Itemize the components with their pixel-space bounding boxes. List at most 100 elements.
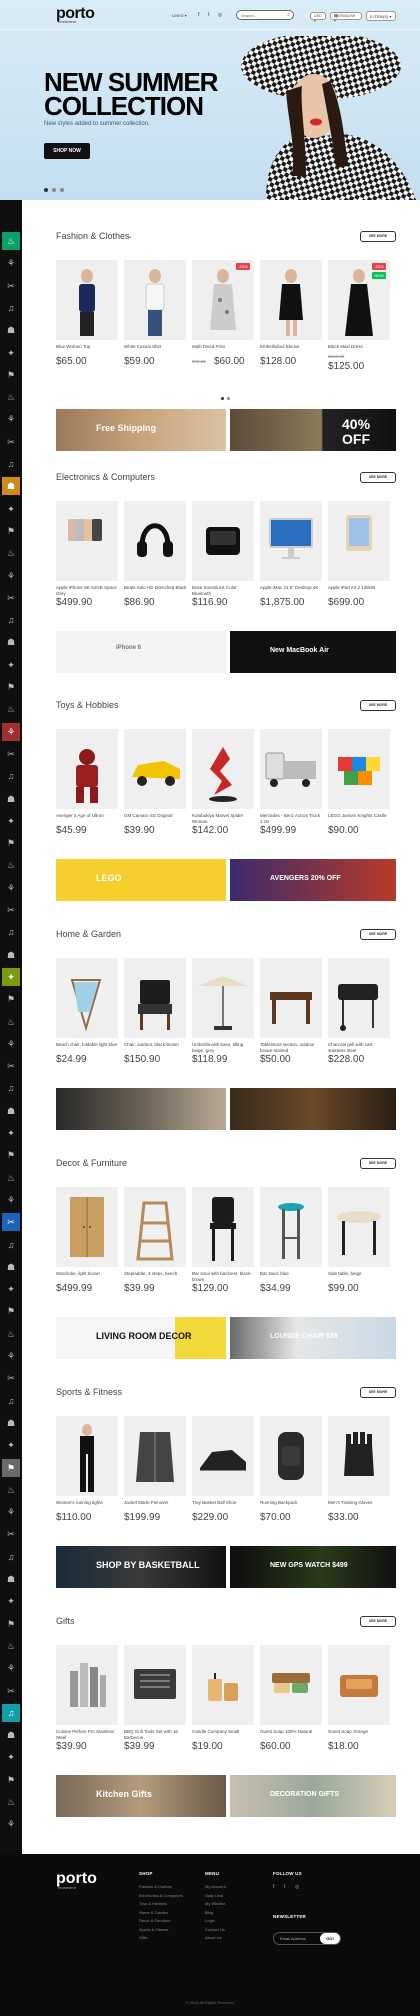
category-strip-icon[interactable]: ⚑ (2, 1615, 20, 1633)
product-image[interactable] (56, 1416, 118, 1496)
product-image[interactable] (328, 729, 390, 809)
footer-instagram-icon[interactable]: ◎ (295, 1884, 299, 1890)
product-image[interactable] (124, 1187, 186, 1267)
product-image[interactable] (260, 1416, 322, 1496)
footer-link[interactable]: My Account (205, 1884, 226, 1889)
product-name[interactable]: Stepladder, 3 steps, beech (124, 1271, 188, 1277)
category-strip-icon[interactable]: ♫ (2, 1079, 20, 1097)
category-strip-icon[interactable]: ⚘ (2, 567, 20, 585)
category-strip-icon[interactable]: ✂ (2, 1369, 20, 1387)
promo-banner-left[interactable]: SHOP BY BASKETBALL (56, 1546, 226, 1588)
product-name[interactable]: Guest Soap Orange (328, 1729, 392, 1735)
product-image[interactable] (56, 958, 118, 1038)
product-name[interactable]: Jacket Marle Pinnover (124, 1500, 188, 1506)
category-strip-icon[interactable]: ⚘ (2, 410, 20, 428)
product-image[interactable] (328, 1187, 390, 1267)
category-strip-icon[interactable]: ✂ (2, 1057, 20, 1075)
category-strip-icon[interactable]: ✂ (2, 589, 20, 607)
category-strip-icon[interactable]: ♫ (2, 455, 20, 473)
footer-twitter-icon[interactable]: t (284, 1884, 285, 1890)
chevron-down-icon[interactable]: ⌄ (127, 232, 133, 240)
promo-banner-left[interactable]: Kitchen Gifts (56, 1775, 226, 1817)
facebook-icon[interactable]: f (198, 12, 199, 18)
product-image[interactable] (192, 260, 254, 340)
product-name[interactable]: Trey Basket Ball Shoe (192, 1500, 256, 1506)
search-icon[interactable]: ⌕ (287, 12, 290, 18)
product-name[interactable]: Mercedes - Benz Actros Truck 1:18 (260, 813, 324, 824)
product-name[interactable]: Blue Women Top (56, 344, 120, 350)
carousel-dot[interactable] (221, 397, 224, 400)
category-strip-icon[interactable]: ♨ (2, 232, 20, 250)
product-image[interactable] (124, 501, 186, 581)
category-strip-icon[interactable]: ☗ (2, 1414, 20, 1432)
product-name[interactable]: BBQ Grill Tools Set with 16 Barbecue (124, 1729, 188, 1740)
promo-banner-right[interactable]: New MacBook Air (230, 631, 396, 673)
footer-link[interactable]: Electronics & Computers (139, 1893, 183, 1898)
category-strip-icon[interactable]: ♨ (2, 1169, 20, 1187)
category-strip-icon[interactable]: ⚘ (2, 1347, 20, 1365)
category-strip-icon[interactable]: ☗ (2, 321, 20, 339)
promo-banner-right[interactable]: DECORATION GIFTS (230, 1775, 396, 1817)
product-name[interactable]: Candle Company Small (192, 1729, 256, 1735)
category-strip-icon[interactable]: ♫ (2, 1236, 20, 1254)
category-strip-icon[interactable]: ♨ (2, 700, 20, 718)
footer-facebook-icon[interactable]: f (273, 1884, 274, 1890)
carousel-dot[interactable] (227, 397, 230, 400)
category-strip-icon[interactable]: ⚑ (2, 678, 20, 696)
category-strip-icon[interactable]: ⚑ (2, 990, 20, 1008)
product-name[interactable]: Avenger 2 Age of Ultron (56, 813, 120, 819)
category-strip-icon[interactable]: ♫ (2, 299, 20, 317)
twitter-icon[interactable]: t (208, 12, 209, 18)
product-image[interactable] (260, 958, 322, 1038)
product-name[interactable]: White Casual Shirt (124, 344, 188, 350)
category-strip-icon[interactable]: ♨ (2, 1481, 20, 1499)
product-image[interactable] (124, 958, 186, 1038)
product-image[interactable] (56, 260, 118, 340)
product-image[interactable] (260, 1187, 322, 1267)
product-name[interactable]: Cuisine Piéfore Pro Stainless Steel (56, 1729, 120, 1740)
category-strip-icon[interactable]: ⚘ (2, 1191, 20, 1209)
product-name[interactable]: Side table, beige (328, 1271, 392, 1277)
category-strip-icon[interactable]: ⚑ (2, 522, 20, 540)
product-image[interactable] (124, 729, 186, 809)
promo-banner-left[interactable]: LEGO (56, 859, 226, 901)
category-strip-icon[interactable]: ⚑ (2, 366, 20, 384)
category-strip-icon[interactable]: ♨ (2, 544, 20, 562)
product-name[interactable]: GM Camaro SS Original (124, 813, 188, 819)
cart-button[interactable]: 0 ITEM(S) ▾ (366, 11, 396, 21)
product-name[interactable]: Beats Solo HD Drenched Black (124, 585, 188, 591)
category-strip-icon[interactable]: ⚘ (2, 1035, 20, 1053)
product-image[interactable] (328, 958, 390, 1038)
product-image[interactable] (56, 501, 118, 581)
category-strip-icon[interactable]: ☗ (2, 790, 20, 808)
see-more-button[interactable]: SEE MORE (360, 1387, 396, 1398)
product-name[interactable]: Wardrobe, light brown (56, 1271, 120, 1277)
product-name[interactable]: Charcoal grill with cart, stainless stee… (328, 1042, 392, 1053)
product-name[interactable]: Bar stool with backrest, black-brown (192, 1271, 256, 1282)
shop-now-button[interactable]: SHOP NOW (44, 143, 90, 159)
product-image[interactable] (124, 1645, 186, 1725)
category-strip-icon[interactable]: ✂ (2, 433, 20, 451)
category-strip-icon[interactable]: ♫ (2, 611, 20, 629)
promo-banner-right[interactable]: LOUNGE CHAIR $39 (230, 1317, 396, 1359)
newsletter-submit-button[interactable]: GO! (320, 1933, 340, 1944)
category-strip-icon[interactable]: ♨ (2, 1793, 20, 1811)
product-name[interactable]: Women's running tights (56, 1500, 120, 1506)
category-strip-icon[interactable]: ♨ (2, 1325, 20, 1343)
product-image[interactable] (56, 729, 118, 809)
footer-link[interactable]: Gifts (139, 1935, 147, 1940)
category-strip-icon[interactable]: ⚘ (2, 879, 20, 897)
footer-link[interactable]: Sports & Fitness (139, 1927, 168, 1932)
see-more-button[interactable]: SEE MORE (360, 472, 396, 483)
product-name[interactable]: Kotobukiya Marvel Spider Woman (192, 813, 256, 824)
category-strip-icon[interactable]: ✦ (2, 500, 20, 518)
slider-dot[interactable] (52, 188, 56, 192)
product-image[interactable] (124, 260, 186, 340)
product-image[interactable] (192, 1416, 254, 1496)
category-strip-icon[interactable]: ♨ (2, 388, 20, 406)
see-more-button[interactable]: SEE MORE (360, 1616, 396, 1627)
category-strip-icon[interactable]: ☗ (2, 477, 20, 496)
category-strip-icon[interactable]: ✂ (2, 277, 20, 295)
links-dropdown[interactable]: LINKS ▾ (172, 13, 187, 18)
product-name[interactable]: Guest Soap 100% Natural (260, 1729, 324, 1735)
